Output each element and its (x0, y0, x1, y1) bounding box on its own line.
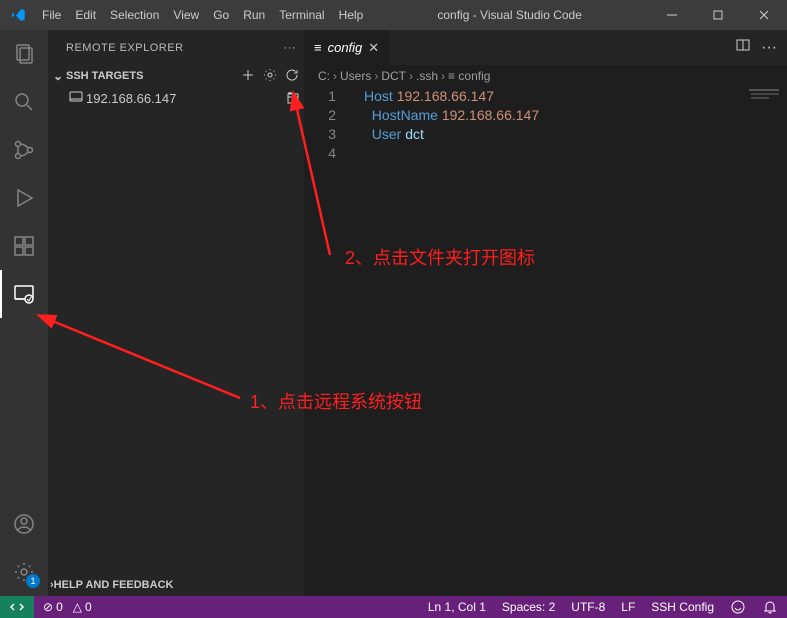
sidebar-more-icon[interactable]: ··· (284, 42, 297, 54)
eol[interactable]: LF (618, 600, 638, 614)
more-icon[interactable]: ··· (761, 39, 777, 57)
close-icon[interactable]: ✕ (368, 40, 379, 56)
gear-icon[interactable] (262, 67, 278, 86)
refresh-icon[interactable] (284, 67, 300, 86)
crumb-c[interactable]: C: (318, 69, 330, 83)
menu-go[interactable]: Go (206, 0, 236, 30)
warning-icon: △ (73, 600, 82, 614)
app-logo (0, 7, 35, 23)
plus-icon[interactable] (240, 67, 256, 86)
menu-terminal[interactable]: Terminal (272, 0, 331, 30)
window-controls (649, 0, 787, 30)
explorer-icon[interactable] (0, 30, 48, 78)
new-window-icon[interactable] (284, 89, 300, 108)
menu-edit[interactable]: Edit (68, 0, 103, 30)
activity-bar: 1 (0, 30, 48, 596)
remote-explorer-icon[interactable] (0, 270, 48, 318)
errors-item[interactable]: ⊘0 (40, 600, 66, 614)
menu-run[interactable]: Run (236, 0, 272, 30)
cursor-position[interactable]: Ln 1, Col 1 (425, 600, 489, 614)
crumb-users[interactable]: Users (340, 69, 371, 83)
settings-gear-icon[interactable]: 1 (0, 548, 48, 596)
tab-label: config (328, 40, 363, 55)
monitor-icon (68, 89, 86, 108)
indent[interactable]: Spaces: 2 (499, 600, 558, 614)
tabs: ≡ config ✕ ··· (304, 30, 787, 65)
minimap[interactable] (747, 87, 787, 117)
encoding[interactable]: UTF-8 (568, 600, 608, 614)
status-bar: ⊘0 △0 Ln 1, Col 1 Spaces: 2 UTF-8 LF SSH… (0, 596, 787, 618)
chevron-down-icon: ⌄ (50, 69, 66, 83)
editor-area: ≡ config ✕ ··· C:› Users› DCT› .ssh› ≡ c… (304, 30, 787, 596)
editor[interactable]: 1 2 3 4 Host 192.168.66.147 HostName 192… (304, 87, 787, 596)
error-icon: ⊘ (43, 600, 53, 614)
split-icon[interactable] (735, 37, 751, 58)
menu-file[interactable]: File (35, 0, 68, 30)
breadcrumbs[interactable]: C:› Users› DCT› .ssh› ≡ config (304, 65, 787, 87)
crumb-ssh[interactable]: .ssh (416, 69, 438, 83)
host-name: 192.168.66.147 (86, 91, 284, 106)
language-mode[interactable]: SSH Config (648, 600, 717, 614)
close-button[interactable] (741, 0, 787, 30)
menu-help[interactable]: Help (332, 0, 371, 30)
code-lines: Host 192.168.66.147 HostName 192.168.66.… (364, 87, 539, 163)
warnings-item[interactable]: △0 (70, 600, 95, 614)
sidebar-title: REMOTE EXPLORER ··· (48, 30, 304, 65)
main-menu: File Edit Selection View Go Run Terminal… (35, 0, 370, 30)
maximize-button[interactable] (695, 0, 741, 30)
menu-view[interactable]: View (166, 0, 206, 30)
remote-indicator[interactable] (0, 596, 34, 618)
section-label: SSH TARGETS (66, 70, 240, 82)
file-icon: ≡ (314, 40, 322, 55)
accounts-icon[interactable] (0, 500, 48, 548)
crumb-dct[interactable]: DCT (381, 69, 406, 83)
sidebar-footer[interactable]: › HELP AND FEEDBACK (48, 574, 304, 596)
window-title: config - Visual Studio Code (370, 8, 649, 22)
footer-label: HELP AND FEEDBACK (54, 579, 174, 591)
feedback-icon[interactable] (727, 599, 749, 615)
sidebar-title-text: REMOTE EXPLORER (66, 42, 284, 54)
tab-config[interactable]: ≡ config ✕ (304, 30, 390, 65)
ssh-host-row[interactable]: 192.168.66.147 (48, 87, 304, 109)
minimize-button[interactable] (649, 0, 695, 30)
scm-icon[interactable] (0, 126, 48, 174)
search-icon[interactable] (0, 78, 48, 126)
sidebar-section-ssh[interactable]: ⌄ SSH TARGETS (48, 65, 304, 87)
gutter: 1 2 3 4 (304, 87, 354, 163)
titlebar: File Edit Selection View Go Run Terminal… (0, 0, 787, 30)
sidebar: REMOTE EXPLORER ··· ⌄ SSH TARGETS (48, 30, 304, 596)
extensions-icon[interactable] (0, 222, 48, 270)
crumb-config[interactable]: ≡ config (448, 69, 490, 83)
bell-icon[interactable] (759, 599, 781, 615)
menu-selection[interactable]: Selection (103, 0, 166, 30)
debug-icon[interactable] (0, 174, 48, 222)
update-badge: 1 (26, 574, 40, 588)
